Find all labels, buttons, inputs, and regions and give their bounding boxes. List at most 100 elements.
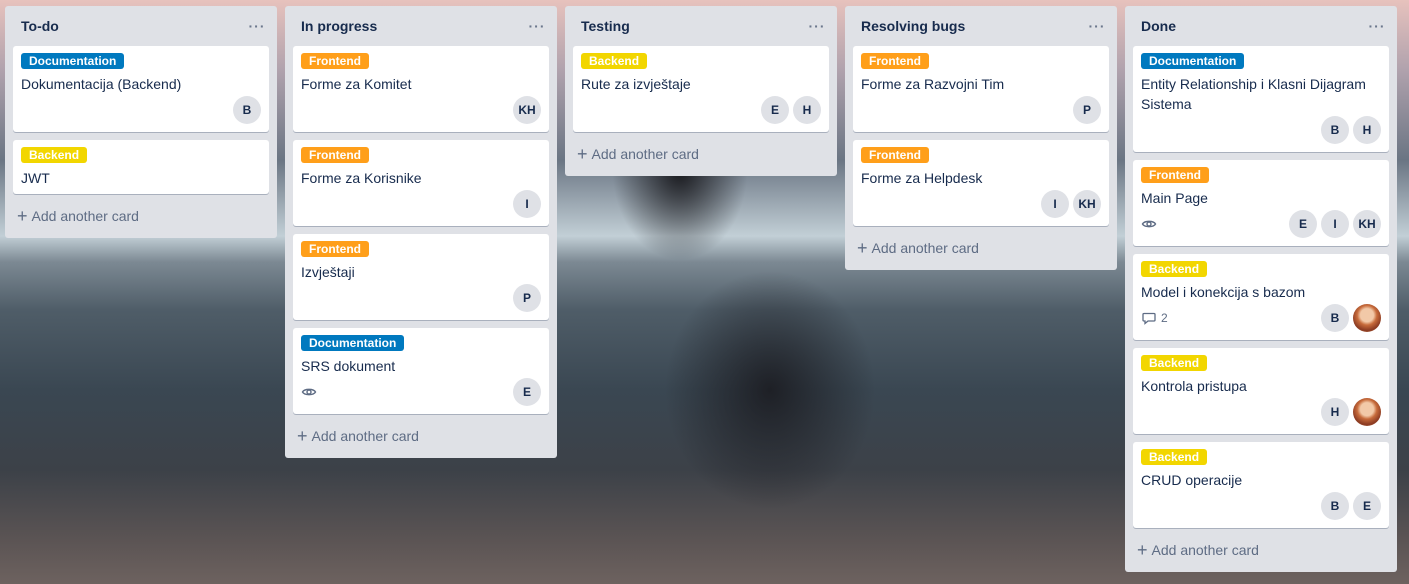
avatar[interactable]: E — [1353, 492, 1381, 520]
add-card-label: Add another card — [591, 146, 699, 162]
list-menu-icon[interactable]: ··· — [525, 14, 549, 38]
card-members: KH — [513, 96, 541, 124]
card-members: P — [1073, 96, 1101, 124]
card-footer: H — [1141, 396, 1381, 428]
card[interactable]: Frontend Main Page E I KH — [1133, 160, 1389, 246]
list-header: Testing ··· — [573, 6, 829, 46]
card-label: Documentation — [301, 335, 405, 351]
list-menu-icon[interactable]: ··· — [1085, 14, 1109, 38]
card-footer: EH — [581, 94, 821, 126]
card[interactable]: Frontend Izvještaji P — [293, 234, 549, 320]
card-footer: E I KH — [1141, 208, 1381, 240]
card-title: Main Page — [1141, 190, 1208, 206]
card[interactable]: Backend Kontrola pristupa H — [1133, 348, 1389, 434]
card-members: H — [1321, 398, 1381, 426]
card-title: SRS dokument — [301, 358, 396, 374]
avatar[interactable]: KH — [513, 96, 541, 124]
list-done: Done ··· Documentation Entity Relationship … — [1125, 6, 1397, 572]
add-card-button[interactable]: + Add another card — [573, 140, 829, 168]
avatar[interactable]: KH — [1073, 190, 1101, 218]
card-footer: BE — [1141, 490, 1381, 522]
card[interactable]: Backend CRUD operacije B E — [1133, 442, 1389, 528]
add-card-button[interactable]: + Add another card — [13, 202, 269, 230]
avatar[interactable]: E — [761, 96, 789, 124]
avatar[interactable]: E — [1289, 210, 1317, 238]
plus-icon: + — [1137, 540, 1148, 560]
card-label: Backend — [21, 147, 88, 163]
card-title: Forme za Helpdesk — [861, 170, 983, 186]
avatar[interactable]: I — [513, 190, 541, 218]
card-footer: P — [861, 94, 1101, 126]
card[interactable]: Documentation Dokumentacija (Backend) B — [13, 46, 269, 132]
add-card-label: Add another card — [31, 208, 139, 224]
list-header: To-do ··· — [13, 6, 269, 46]
list-menu-icon[interactable]: ··· — [245, 14, 269, 38]
add-card-label: Add another card — [311, 428, 419, 444]
card-label: Documentation — [1141, 53, 1245, 69]
list-resolving-bugs: Resolving bugs ··· Frontend Forme za Razvoj… — [845, 6, 1117, 270]
comment-count: 2 — [1161, 311, 1168, 325]
list-menu-icon[interactable]: ··· — [805, 14, 829, 38]
list-title[interactable]: To-do — [21, 18, 59, 34]
avatar[interactable]: I — [1321, 210, 1349, 238]
card[interactable]: Documentation Entity Relationship i Klasn… — [1133, 46, 1389, 152]
plus-icon: + — [857, 238, 868, 258]
card[interactable]: Frontend Forme za Korisnike I — [293, 140, 549, 226]
card[interactable]: Backend JWT — [13, 140, 269, 194]
card-label: Frontend — [1141, 167, 1209, 183]
add-card-label: Add another card — [871, 240, 979, 256]
add-card-label: Add another card — [1151, 542, 1259, 558]
card-footer: BH — [1141, 114, 1381, 146]
avatar[interactable]: P — [1073, 96, 1101, 124]
card-title: CRUD operacije — [1141, 472, 1243, 488]
card-label: Frontend — [301, 241, 369, 257]
list-title[interactable]: Testing — [581, 18, 630, 34]
card-members: B — [1321, 304, 1381, 332]
card-title: Kontrola pristupa — [1141, 378, 1247, 394]
add-card-button[interactable]: + Add another card — [293, 422, 549, 450]
card[interactable]: Frontend Forme za Helpdesk I KH — [853, 140, 1109, 226]
card-title: Forme za Razvojni Tim — [861, 76, 1005, 92]
add-card-button[interactable]: + Add another card — [1133, 536, 1389, 564]
avatar[interactable]: H — [1321, 398, 1349, 426]
card-members: EH — [761, 96, 821, 124]
list-menu-icon[interactable]: ··· — [1365, 14, 1389, 38]
card[interactable]: Frontend Forme za Razvojni Tim P — [853, 46, 1109, 132]
card[interactable]: Backend Rute za izvještaje E H — [573, 46, 829, 132]
list-title[interactable]: Resolving bugs — [861, 18, 965, 34]
card-label: Backend — [1141, 355, 1208, 371]
card[interactable]: Documentation SRS dokument E — [293, 328, 549, 414]
avatar[interactable]: B — [1321, 492, 1349, 520]
avatar[interactable]: E — [513, 378, 541, 406]
card-title: Izvještaji — [301, 264, 355, 280]
list-header: Resolving bugs ··· — [853, 6, 1109, 46]
plus-icon: + — [297, 426, 308, 446]
card-badges: 2 — [1141, 310, 1168, 326]
card-footer: P — [301, 282, 541, 314]
card-title: Forme za Komitet — [301, 76, 412, 92]
plus-icon: + — [17, 206, 28, 226]
list-title[interactable]: In progress — [301, 18, 377, 34]
avatar[interactable]: B — [1321, 116, 1349, 144]
avatar[interactable]: P — [513, 284, 541, 312]
avatar[interactable]: B — [233, 96, 261, 124]
list-header: Done ··· — [1133, 6, 1389, 46]
card-label: Backend — [1141, 261, 1208, 277]
avatar[interactable]: B — [1321, 304, 1349, 332]
list-title[interactable]: Done — [1141, 18, 1176, 34]
avatar[interactable]: I — [1041, 190, 1069, 218]
avatar[interactable]: H — [793, 96, 821, 124]
card-members: E I KH — [1289, 210, 1381, 238]
avatar-photo[interactable] — [1353, 398, 1381, 426]
avatar[interactable]: KH — [1353, 210, 1381, 238]
avatar-photo[interactable] — [1353, 304, 1381, 332]
card-footer: 2B — [1141, 302, 1381, 334]
card-label: Frontend — [861, 147, 929, 163]
eye-icon — [301, 384, 317, 400]
add-card-button[interactable]: + Add another card — [853, 234, 1109, 262]
avatar[interactable]: H — [1353, 116, 1381, 144]
card[interactable]: Backend Model i konekcija s bazom 2 B — [1133, 254, 1389, 340]
list-to-do: To-do ··· Documentation Dokumentacija (Back… — [5, 6, 277, 238]
card[interactable]: Frontend Forme za Komitet KH — [293, 46, 549, 132]
card-label: Documentation — [21, 53, 125, 69]
